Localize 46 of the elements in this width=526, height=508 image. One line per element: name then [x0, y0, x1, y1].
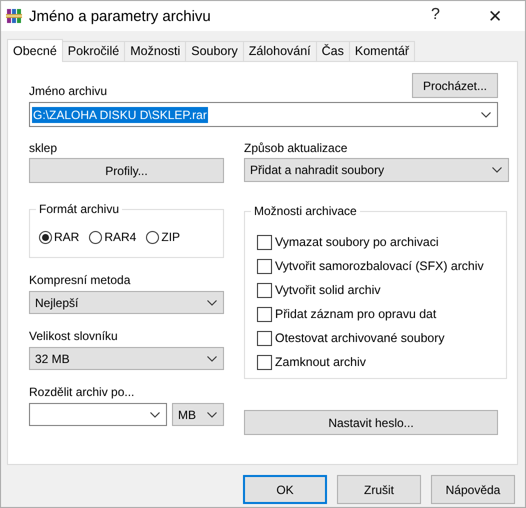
checkbox[interactable]	[257, 354, 272, 370]
split-label: Rozdělit archiv po...	[29, 385, 136, 399]
group-title: Možnosti archivace	[251, 204, 360, 218]
app-icon	[6, 8, 22, 24]
radio-label: RAR4	[104, 230, 136, 244]
compression-dropdown[interactable]: Nejlepší	[29, 291, 224, 314]
unit-dropdown[interactable]: MB	[172, 403, 224, 426]
checkbox[interactable]	[257, 330, 272, 346]
dictionary-label: Velikost slovníku	[29, 329, 119, 343]
checkbox-label: Otestovat archivované soubory	[275, 331, 445, 345]
split-size-field[interactable]	[29, 403, 167, 426]
checkbox[interactable]	[257, 258, 272, 274]
checkbox[interactable]	[257, 234, 272, 250]
dialog-button[interactable]: Nápověda	[431, 475, 515, 504]
close-button[interactable]: ✕	[488, 6, 502, 27]
tab[interactable]: Soubory	[185, 41, 244, 61]
checkbox[interactable]	[257, 306, 272, 322]
checkbox-label: Vytvořit solid archiv	[275, 283, 380, 297]
dialog-button[interactable]: OK	[243, 475, 327, 504]
help-button[interactable]: ?	[431, 6, 440, 24]
tab[interactable]: Komentář	[348, 41, 416, 61]
update-mode-label: Způsob aktualizace	[244, 141, 348, 155]
checkbox-label: Zamknout archiv	[275, 355, 366, 369]
tab[interactable]: Obecné	[7, 39, 63, 62]
compression-label: Kompresní metoda	[29, 273, 132, 287]
radio-label: RAR	[54, 230, 80, 244]
radio-label: ZIP	[161, 230, 180, 244]
window-title: Jméno a parametry archivu	[29, 8, 211, 24]
update-mode-dropdown[interactable]: Přidat a nahradit soubory	[244, 158, 509, 182]
radio-button[interactable]	[39, 230, 52, 244]
checkbox-label: Vymazat soubory po archivaci	[275, 235, 439, 249]
dictionary-dropdown[interactable]: 32 MB	[29, 347, 224, 370]
archive-name-field[interactable]: G:\ZALOHA DISKU D\SKLEP.rar	[29, 102, 498, 127]
archive-path: G:\ZALOHA DISKU D\SKLEP.rar	[32, 106, 208, 122]
profile-label: sklep	[29, 141, 58, 155]
radio-button[interactable]	[89, 230, 102, 244]
set-password-button[interactable]: Nastavit heslo...	[244, 410, 498, 435]
radio-button[interactable]	[146, 230, 160, 244]
browse-button[interactable]: Procházet...	[412, 73, 498, 98]
checkbox-label: Vytvořit samorozbalovací (SFX) archiv	[275, 259, 484, 273]
checkbox-label: Přidat záznam pro opravu dat	[275, 307, 436, 321]
group-title: Formát archivu	[36, 202, 122, 216]
checkbox[interactable]	[257, 282, 272, 298]
profiles-button[interactable]: Profily...	[29, 158, 224, 183]
dialog-button[interactable]: Zrušit	[337, 475, 421, 504]
archive-name-label: Jméno archivu	[29, 84, 108, 98]
